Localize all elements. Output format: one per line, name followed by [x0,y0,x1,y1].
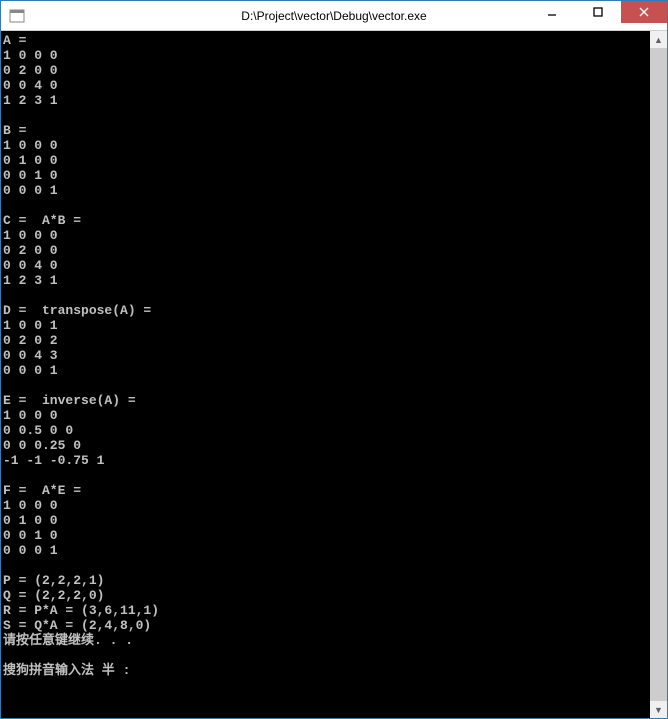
close-button[interactable] [621,1,667,23]
console-line: 0 0 4 3 [3,348,58,363]
console-line: Q = (2,2,2,0) [3,588,104,603]
console-line: P = (2,2,2,1) [3,573,104,588]
maximize-button[interactable] [575,1,621,23]
console-line: 1 0 0 0 [3,408,58,423]
console-line: 0 2 0 0 [3,243,58,258]
console-line: R = P*A = (3,6,11,1) [3,603,159,618]
console-line: E = inverse(A) = [3,393,136,408]
app-icon [9,8,25,24]
content-wrapper: A = 1 0 0 0 0 2 0 0 0 0 4 0 1 2 3 1 B = … [1,31,667,718]
ime-status: 搜狗拼音输入法 半 : [3,663,130,678]
console-line: 0 0 0 1 [3,183,58,198]
console-line: 1 0 0 0 [3,228,58,243]
console-line: F = A*E = [3,483,81,498]
console-line: 1 0 0 0 [3,48,58,63]
scroll-thumb[interactable] [650,48,667,701]
scroll-up-button[interactable]: ▲ [650,31,667,48]
window-controls [529,1,667,30]
console-line: 0 0 0.25 0 [3,438,81,453]
scroll-track[interactable] [650,48,667,701]
console-line: B = [3,123,26,138]
console-line: 请按任意键继续. . . [3,633,133,648]
console-line: 0 1 0 0 [3,513,58,528]
console-line: 1 0 0 1 [3,318,58,333]
titlebar[interactable]: D:\Project\vector\Debug\vector.exe [1,1,667,31]
console-line: 0 0 4 0 [3,258,58,273]
console-line: 0 1 0 0 [3,153,58,168]
console-line: 0 2 0 2 [3,333,58,348]
console-line: 0 0 1 0 [3,528,58,543]
console-line: 0 0 0 1 [3,363,58,378]
console-line: 1 0 0 0 [3,138,58,153]
console-line: 1 2 3 1 [3,273,58,288]
scroll-down-button[interactable]: ▼ [650,701,667,718]
console-line: 0 0 1 0 [3,168,58,183]
console-line: 0 0 0 1 [3,543,58,558]
console-line: S = Q*A = (2,4,8,0) [3,618,151,633]
console-line: -1 -1 -0.75 1 [3,453,104,468]
console-line: D = transpose(A) = [3,303,151,318]
console-window: D:\Project\vector\Debug\vector.exe A = 1… [0,0,668,719]
minimize-button[interactable] [529,1,575,23]
console-line: 0 0.5 0 0 [3,423,73,438]
console-line: 1 2 3 1 [3,93,58,108]
console-line: 0 0 4 0 [3,78,58,93]
console-line: 0 2 0 0 [3,63,58,78]
console-line: 1 0 0 0 [3,498,58,513]
console-output[interactable]: A = 1 0 0 0 0 2 0 0 0 0 4 0 1 2 3 1 B = … [1,31,650,718]
vertical-scrollbar[interactable]: ▲ ▼ [650,31,667,718]
console-line: A = [3,33,26,48]
console-line: C = A*B = [3,213,81,228]
